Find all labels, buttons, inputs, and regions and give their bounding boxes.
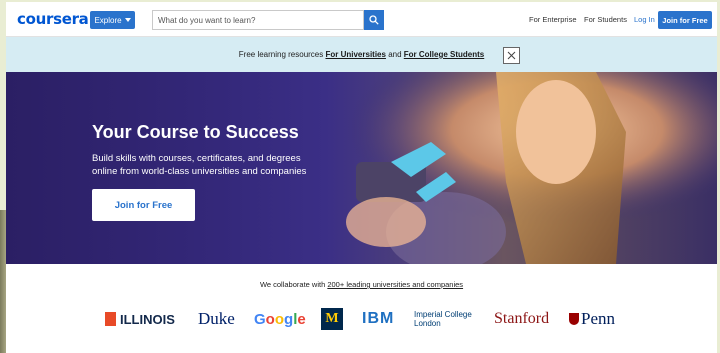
hero-subtitle: Build skills with courses, certificates,… [92, 152, 332, 178]
chevron-down-icon [124, 18, 131, 22]
hero-photo [296, 72, 717, 264]
ibm-logo[interactable]: IBM [362, 304, 394, 334]
for-enterprise-link[interactable]: For Enterprise [529, 15, 577, 24]
search-button[interactable] [364, 10, 384, 30]
collaboration-text: We collaborate with 200+ leading univers… [6, 280, 717, 289]
google-logo[interactable]: Google [254, 304, 306, 334]
explore-button[interactable]: Explore [90, 11, 135, 29]
hero-join-button[interactable]: Join for Free [92, 189, 195, 221]
explore-label: Explore [94, 15, 122, 25]
partner-logos: ILLINOIS Duke Google M IBM Imperial Coll… [6, 304, 717, 334]
illinois-text: ILLINOIS [120, 311, 175, 327]
michigan-logo[interactable]: M [321, 304, 343, 334]
hero-subtitle-line1: Build skills with courses, certificates,… [92, 153, 301, 164]
banner-prefix: Free learning resources [238, 50, 324, 59]
duke-logo[interactable]: Duke [198, 304, 235, 334]
hero-subtitle-line2: online from world-class universities and… [92, 166, 307, 177]
for-students-link[interactable]: For Students [584, 15, 627, 24]
illinois-mark-icon [105, 312, 116, 326]
coursera-page: coursera Explore What do you want to lea… [6, 2, 717, 353]
hero-section: Your Course to Success Build skills with… [6, 72, 717, 264]
banner-middle: and [388, 50, 402, 59]
imperial-line2: London [414, 319, 441, 328]
partners-link[interactable]: 200+ leading universities and companies [327, 280, 463, 289]
imperial-college-logo[interactable]: Imperial College London [414, 304, 472, 334]
penn-text: Penn [581, 309, 615, 328]
penn-logo[interactable]: Penn [569, 304, 615, 334]
for-universities-link[interactable]: For Universities [325, 50, 385, 59]
stanford-logo[interactable]: Stanford [494, 304, 549, 334]
for-college-students-link[interactable]: For College Students [404, 50, 484, 59]
banner-text: Free learning resources For Universities… [6, 50, 717, 59]
illinois-logo[interactable]: ILLINOIS [105, 304, 175, 334]
search-input[interactable]: What do you want to learn? [152, 10, 364, 30]
penn-shield-icon [569, 313, 579, 325]
coursera-logo[interactable]: coursera [17, 10, 89, 28]
hero-title: Your Course to Success [92, 122, 299, 142]
banner-close-button[interactable] [503, 47, 520, 64]
join-for-free-button[interactable]: Join for Free [658, 11, 712, 29]
login-link[interactable]: Log In [634, 15, 655, 24]
collab-prefix: We collaborate with [259, 280, 326, 289]
imperial-line1: Imperial College [414, 310, 472, 319]
top-navigation: coursera Explore What do you want to lea… [6, 2, 717, 37]
search-icon [369, 15, 379, 25]
announcement-banner: Free learning resources For Universities… [6, 37, 717, 72]
michigan-m-icon: M [321, 308, 343, 330]
close-icon [507, 51, 516, 60]
